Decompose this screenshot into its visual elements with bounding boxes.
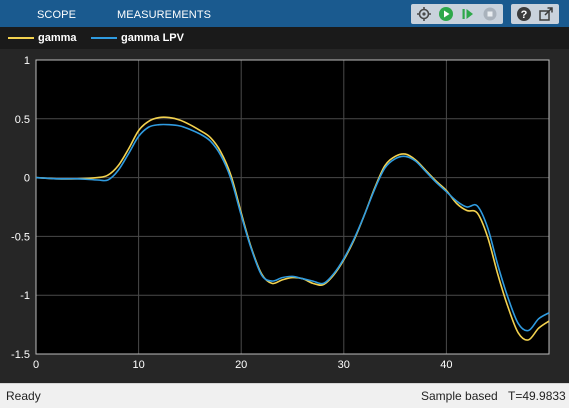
legend-swatch-gamma-lpv — [91, 37, 117, 39]
legend-swatch-gamma — [8, 37, 34, 39]
plot-area — [35, 59, 550, 355]
y-tick-label: 0.5 — [15, 114, 30, 126]
step-forward-icon[interactable] — [457, 4, 479, 24]
y-tick-label: 1 — [24, 55, 30, 67]
help-controls: ? — [511, 4, 559, 24]
config-icon[interactable] — [413, 4, 435, 24]
help-icon[interactable]: ? — [513, 4, 535, 24]
toolstrip-tabbar: SCOPE MEASUREMENTS ? — [0, 0, 569, 27]
tab-measurements[interactable]: MEASUREMENTS — [117, 0, 211, 27]
y-tick-label: 0 — [24, 173, 30, 185]
x-tick-label: 40 — [440, 359, 452, 371]
x-tick-label: 20 — [235, 359, 247, 371]
stop-icon[interactable] — [479, 4, 501, 24]
undock-icon[interactable] — [535, 4, 557, 24]
svg-text:?: ? — [521, 9, 528, 21]
y-tick-label: -1.5 — [11, 349, 30, 361]
legend: gamma gamma LPV — [0, 27, 569, 49]
x-tick-label: 10 — [132, 359, 144, 371]
x-tick-label: 30 — [338, 359, 350, 371]
y-tick-label: -0.5 — [11, 231, 30, 243]
status-time: T=49.9833 — [508, 389, 566, 403]
legend-item-gamma-lpv[interactable]: gamma LPV — [91, 32, 184, 44]
legend-item-gamma[interactable]: gamma — [8, 32, 77, 44]
legend-label-gamma: gamma — [38, 32, 77, 44]
toolbar: ? — [411, 3, 559, 25]
scope-axes[interactable]: 10.50-0.5-1-1.50 10 20 30 40 — [0, 49, 569, 374]
x-tick-label: 0 — [33, 359, 39, 371]
tab-scope[interactable]: SCOPE — [37, 0, 76, 27]
plot-bottom-gap — [0, 374, 569, 383]
status-mode: Sample based — [421, 389, 498, 403]
y-tick-label: -1 — [20, 290, 30, 302]
status-bar: Ready Sample based T=49.9833 — [0, 383, 569, 408]
status-state: Ready — [6, 389, 41, 403]
simulation-controls — [411, 4, 503, 24]
legend-label-gamma-lpv: gamma LPV — [121, 32, 184, 44]
scope-plot[interactable]: 1 0.5 0 -0.5 -1 -1.5 0 10 20 30 40 — [0, 49, 569, 374]
run-icon[interactable] — [435, 4, 457, 24]
